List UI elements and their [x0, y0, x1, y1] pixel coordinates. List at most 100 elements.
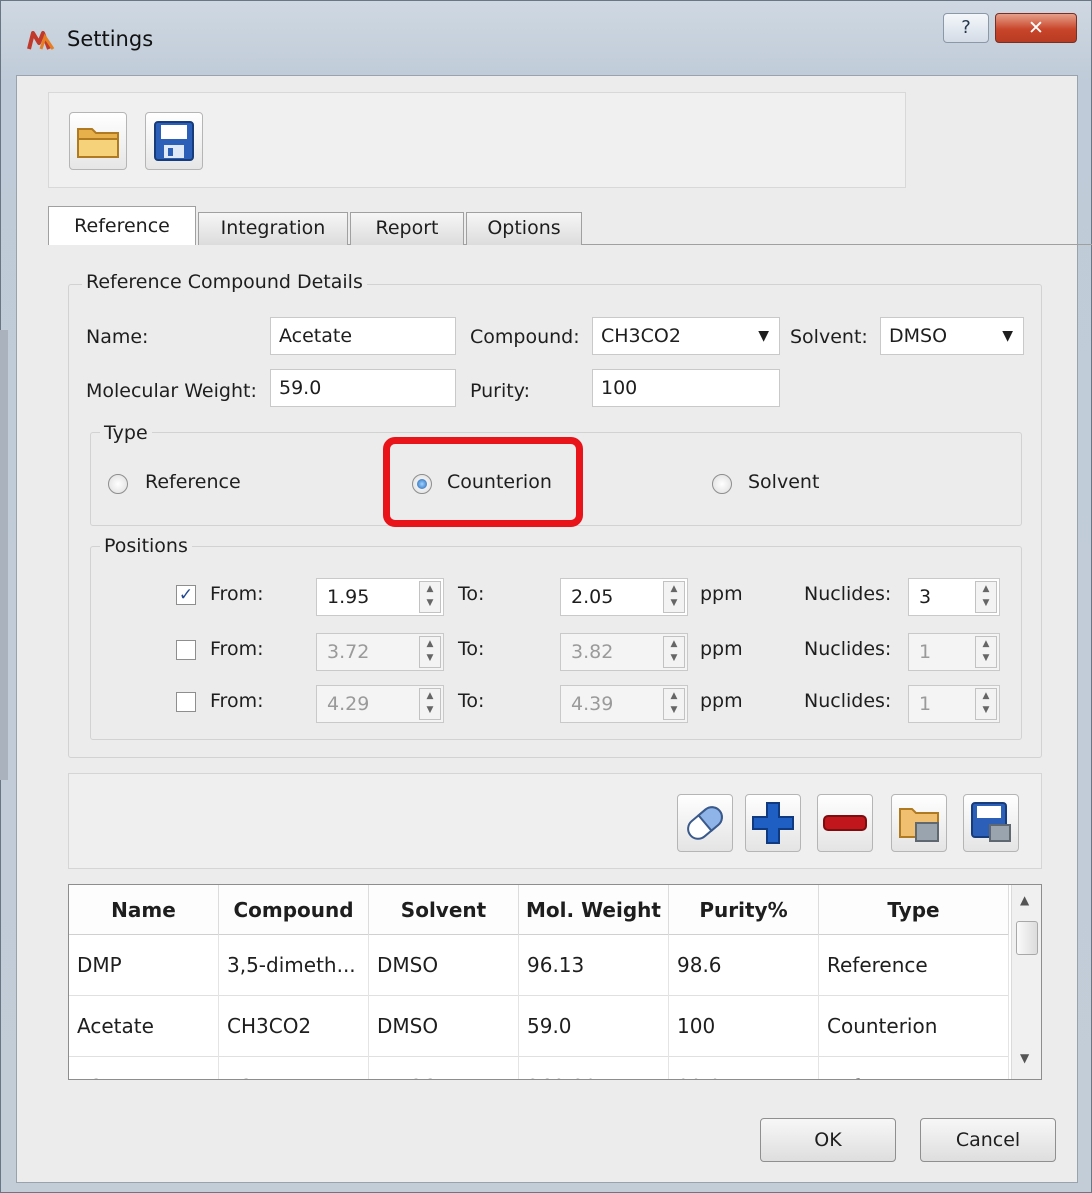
load-compounds-button[interactable] — [891, 794, 947, 852]
from-2-value: 3.72 — [327, 641, 370, 663]
molecular-weight-field[interactable]: 59.0 — [270, 369, 456, 407]
open-settings-button[interactable] — [69, 112, 127, 170]
cell-solvent: DMSO — [369, 996, 519, 1057]
spin-arrows-icon[interactable]: ▲ ▼ — [663, 636, 685, 668]
column-header-compound[interactable]: Compound — [219, 885, 369, 935]
settings-tabs: Reference Integration Report Options — [48, 206, 1092, 246]
spin-arrows-icon[interactable]: ▲ ▼ — [663, 688, 685, 720]
spin-arrows-icon[interactable]: ▲ ▼ — [975, 636, 997, 668]
remove-compound-button[interactable] — [817, 794, 873, 852]
cell-solvent: DMSO — [369, 1057, 519, 1079]
to-2-spinbox[interactable]: 3.82 ▲ ▼ — [560, 633, 688, 671]
tab-reference[interactable]: Reference — [48, 206, 196, 246]
cell-solvent: DMSO — [369, 935, 519, 996]
plus-icon — [752, 802, 794, 844]
scroll-up-icon[interactable]: ▲ — [1020, 893, 1029, 907]
cell-name: TCNB — [69, 1057, 219, 1079]
name-label: Name: — [86, 326, 149, 348]
to-3-spinbox[interactable]: 4.39 ▲ ▼ — [560, 685, 688, 723]
save-compounds-button[interactable] — [963, 794, 1019, 852]
position-1-checkbox[interactable]: ✓ — [176, 585, 196, 605]
nuclides-1-spinbox[interactable]: 3 ▲ ▼ — [908, 578, 1000, 616]
ppm-label: ppm — [700, 638, 743, 660]
app-logo-icon — [27, 31, 55, 50]
from-2-spinbox[interactable]: 3.72 ▲ ▼ — [316, 633, 444, 671]
column-header-purity[interactable]: Purity% — [669, 885, 819, 935]
type-title: Type — [100, 422, 152, 444]
name-field[interactable]: Acetate — [270, 317, 456, 355]
from-label: From: — [210, 583, 264, 605]
nuclides-label: Nuclides: — [804, 583, 892, 605]
column-header-type[interactable]: Type — [819, 885, 1009, 935]
purity-label: Purity: — [470, 380, 530, 402]
nuclides-label: Nuclides: — [804, 690, 892, 712]
nuclides-2-value: 1 — [919, 641, 932, 663]
nuclides-2-spinbox[interactable]: 1 ▲ ▼ — [908, 633, 1000, 671]
to-label: To: — [458, 690, 485, 712]
column-header-name[interactable]: Name — [69, 885, 219, 935]
purity-field[interactable]: 100 — [592, 369, 780, 407]
spin-arrows-icon[interactable]: ▲ ▼ — [419, 581, 441, 613]
chevron-down-icon: ▼ — [1002, 328, 1013, 344]
spin-arrows-icon[interactable]: ▲ ▼ — [419, 636, 441, 668]
column-header-solvent[interactable]: Solvent — [369, 885, 519, 935]
positions-title: Positions — [100, 535, 192, 557]
spin-arrows-icon[interactable]: ▲ ▼ — [975, 688, 997, 720]
from-1-value: 1.95 — [327, 586, 370, 608]
table-row[interactable]: DMP 3,5-dimeth... DMSO 96.13 98.6 Refere… — [69, 935, 1009, 996]
cancel-button[interactable]: Cancel — [920, 1118, 1056, 1162]
save-settings-button[interactable] — [145, 112, 203, 170]
cell-name: DMP — [69, 935, 219, 996]
folder-open-icon — [77, 128, 119, 158]
radio-reference-label: Reference — [145, 471, 241, 493]
help-button[interactable]: ? — [943, 13, 989, 43]
position-2-checkbox[interactable] — [176, 640, 196, 660]
radio-reference[interactable] — [108, 474, 128, 494]
compound-select[interactable]: CH3CO2 ▼ — [592, 317, 780, 355]
ok-button[interactable]: OK — [760, 1118, 896, 1162]
nuclides-3-spinbox[interactable]: 1 ▲ ▼ — [908, 685, 1000, 723]
counterion-highlight — [383, 437, 583, 527]
cell-purity: 99.9 — [669, 1057, 819, 1079]
close-button[interactable]: ✕ — [995, 13, 1077, 43]
to-label: To: — [458, 583, 485, 605]
scroll-down-icon[interactable]: ▼ — [1020, 1051, 1029, 1065]
tab-integration[interactable]: Integration — [198, 212, 348, 245]
table-row[interactable]: TCNB TCNB DMSO 260.89 99.9 Reference — [69, 1057, 1009, 1079]
add-compound-button[interactable] — [745, 794, 801, 852]
clear-button[interactable] — [677, 794, 733, 852]
spin-arrows-icon[interactable]: ▲ ▼ — [419, 688, 441, 720]
spin-arrows-icon[interactable]: ▲ ▼ — [975, 581, 997, 613]
from-3-value: 4.29 — [327, 693, 370, 715]
nuclides-label: Nuclides: — [804, 638, 892, 660]
cell-mol-weight: 96.13 — [519, 935, 669, 996]
radio-solvent-label: Solvent — [748, 471, 820, 493]
chevron-down-icon: ▼ — [758, 328, 769, 344]
compound-select-value: CH3CO2 — [601, 325, 681, 347]
column-header-mol-weight[interactable]: Mol. Weight — [519, 885, 669, 935]
cell-purity: 98.6 — [669, 935, 819, 996]
floppy-save-icon — [154, 121, 194, 161]
from-label: From: — [210, 690, 264, 712]
title-bar: Settings ? ✕ — [1, 1, 1091, 83]
to-1-spinbox[interactable]: 2.05 ▲ ▼ — [560, 578, 688, 616]
floppy-save-icon — [971, 802, 1011, 842]
file-toolbar — [48, 92, 906, 188]
tab-report[interactable]: Report — [350, 212, 464, 245]
table-scrollbar[interactable]: ▲ ▼ — [1011, 885, 1041, 1079]
folder-load-icon — [899, 808, 939, 842]
from-1-spinbox[interactable]: 1.95 ▲ ▼ — [316, 578, 444, 616]
from-3-spinbox[interactable]: 4.29 ▲ ▼ — [316, 685, 444, 723]
spin-arrows-icon[interactable]: ▲ ▼ — [663, 581, 685, 613]
table-header: Name Compound Solvent Mol. Weight Purity… — [69, 885, 1009, 935]
solvent-select[interactable]: DMSO ▼ — [880, 317, 1024, 355]
scrollbar-thumb[interactable] — [1016, 921, 1038, 955]
reference-details-title: Reference Compound Details — [82, 271, 367, 293]
window-title: Settings — [67, 27, 154, 51]
radio-solvent[interactable] — [712, 474, 732, 494]
eraser-icon — [687, 806, 723, 840]
cell-compound: TCNB — [219, 1057, 369, 1079]
tab-options[interactable]: Options — [466, 212, 582, 245]
position-3-checkbox[interactable] — [176, 692, 196, 712]
table-row[interactable]: Acetate CH3CO2 DMSO 59.0 100 Counterion — [69, 996, 1009, 1057]
